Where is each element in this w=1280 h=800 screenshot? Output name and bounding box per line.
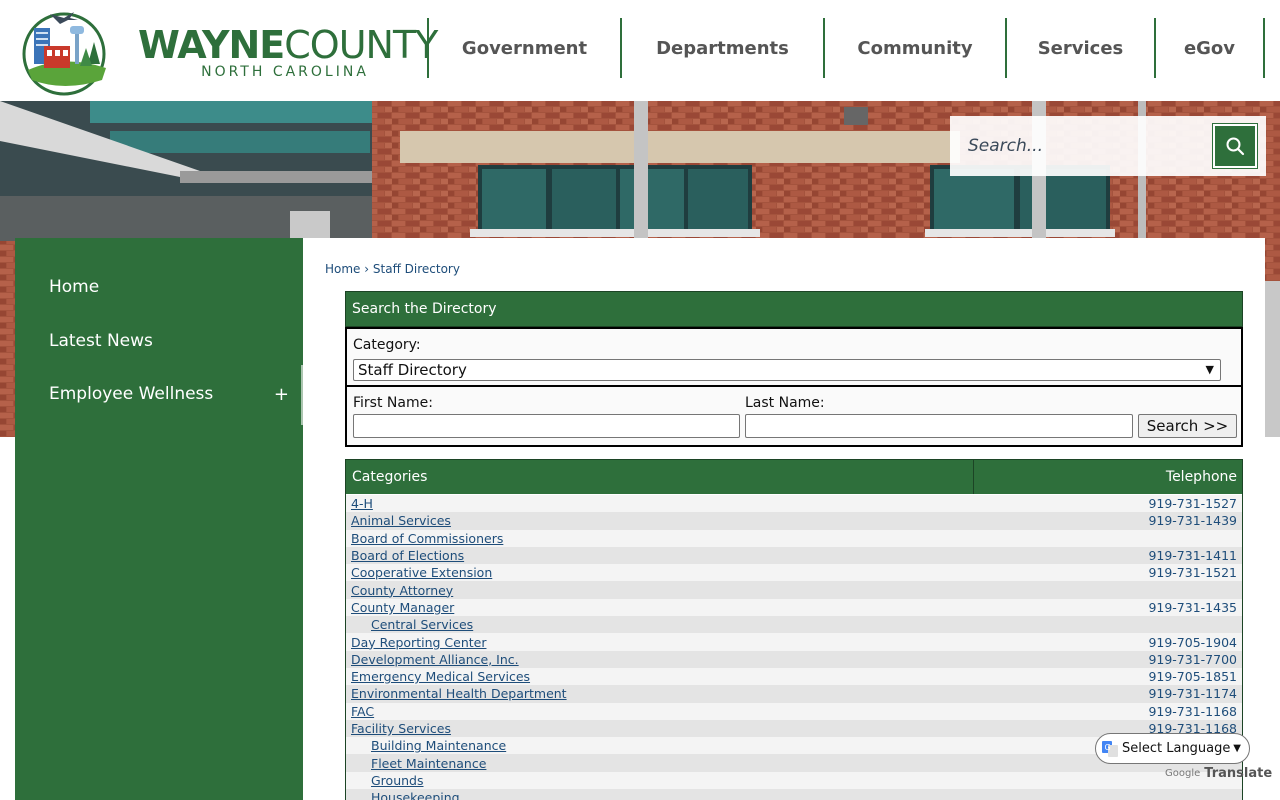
chevron-down-icon: ▼: [1233, 743, 1241, 754]
county-logo[interactable]: WAYNECOUNTY NORTH CAROLINA: [14, 6, 438, 96]
department-link[interactable]: Cooperative Extension: [346, 565, 1148, 580]
logo-text: WAYNECOUNTY NORTH CAROLINA: [138, 23, 438, 80]
department-telephone: 919-731-7700: [1148, 651, 1237, 667]
category-select[interactable]: Staff Directory ▼: [353, 359, 1221, 381]
nav-services[interactable]: Services: [1005, 18, 1154, 78]
last-name-label: Last Name:: [745, 395, 825, 411]
nav-government[interactable]: Government: [427, 18, 620, 78]
sidebar-item-label: Latest News: [49, 331, 153, 351]
category-label: Category:: [353, 337, 421, 353]
nav-community[interactable]: Community: [823, 18, 1005, 78]
table-row: FAC 919-731-1168: [346, 702, 1242, 720]
directory-search-button[interactable]: Search >>: [1138, 414, 1237, 438]
department-telephone: 919-731-1521: [1148, 565, 1237, 581]
chevron-down-icon: ▼: [1205, 363, 1214, 376]
search-icon: [1226, 137, 1245, 156]
sidebar-item-latest-news[interactable]: Latest News: [15, 315, 303, 367]
department-telephone: 919-705-1904: [1148, 634, 1237, 650]
table-row: Central Services: [346, 616, 1242, 634]
table-row: Development Alliance, Inc. 919-731-7700: [346, 650, 1242, 668]
table-row: Emergency Medical Services 919-705-1851: [346, 667, 1242, 686]
first-name-input[interactable]: [353, 414, 740, 438]
table-row: 4-H 919-731-1527: [346, 495, 1242, 513]
table-row: Board of Commissioners: [346, 529, 1242, 547]
main-content: Home › Staff Directory Search the Direct…: [303, 238, 1265, 800]
department-telephone: 919-705-1851: [1148, 669, 1237, 685]
department-link[interactable]: Board of Elections: [346, 548, 1148, 563]
site-search-button[interactable]: [1213, 124, 1257, 168]
name-search-row: First Name: Last Name: Search >>: [345, 385, 1243, 447]
department-telephone: 919-731-1168: [1148, 703, 1237, 719]
google-logo: Google: [1165, 768, 1201, 779]
column-header-telephone: Telephone: [1165, 469, 1237, 485]
sidebar-item-label: Home: [49, 277, 100, 297]
table-row: County Attorney: [346, 581, 1242, 599]
department-telephone: 919-731-1411: [1148, 548, 1237, 564]
logo-word-county: COUNTY: [284, 23, 438, 67]
department-link[interactable]: County Attorney: [346, 583, 1237, 598]
breadcrumb-current-link[interactable]: Staff Directory: [373, 262, 460, 276]
directory-search-title: Search the Directory: [345, 291, 1243, 327]
table-row: Animal Services 919-731-1439: [346, 512, 1242, 530]
department-link[interactable]: Environmental Health Department: [346, 686, 1148, 701]
department-telephone: 919-731-1439: [1148, 513, 1237, 529]
sidebar-item-label: Employee Wellness: [49, 384, 214, 404]
google-translate-icon: G: [1102, 740, 1118, 757]
table-row: Grounds: [346, 771, 1242, 790]
directory-search-panel: Search the Directory Category: Staff Dir…: [345, 291, 1243, 447]
table-row: County Manager 919-731-1435: [346, 598, 1242, 617]
svg-text:G: G: [1105, 743, 1111, 752]
table-row: Cooperative Extension 919-731-1521: [346, 564, 1242, 582]
department-telephone: 919-731-1174: [1148, 686, 1237, 702]
expand-plus-icon[interactable]: +: [274, 384, 289, 405]
department-telephone: 919-731-1435: [1148, 599, 1237, 615]
department-link[interactable]: Animal Services: [346, 513, 1148, 528]
department-link[interactable]: FAC: [346, 704, 1148, 719]
department-link[interactable]: Development Alliance, Inc.: [346, 652, 1148, 667]
sidebar-item-home[interactable]: Home: [15, 261, 303, 313]
department-link[interactable]: Facility Services: [346, 721, 1148, 736]
breadcrumb: Home › Staff Directory: [325, 262, 460, 276]
table-row: Day Reporting Center 919-705-1904: [346, 633, 1242, 651]
language-select[interactable]: G Select Language ▼: [1095, 733, 1250, 764]
site-header: WAYNECOUNTY NORTH CAROLINA Government De…: [0, 0, 1280, 101]
powered-by-google: Google Translate: [1165, 766, 1272, 781]
breadcrumb-home-link[interactable]: Home: [325, 262, 360, 276]
language-select-label: Select Language: [1122, 741, 1231, 756]
department-link[interactable]: Board of Commissioners: [346, 531, 1237, 546]
nav-egov[interactable]: eGov: [1154, 18, 1265, 78]
department-link[interactable]: Day Reporting Center: [346, 635, 1148, 650]
sidebar: Home Latest News Employee Wellness +: [15, 238, 303, 800]
department-telephone: 919-731-1527: [1148, 496, 1237, 512]
category-selected-value: Staff Directory: [358, 361, 467, 379]
logo-word-wayne: WAYNE: [138, 23, 285, 67]
department-link[interactable]: Grounds: [346, 773, 1237, 788]
sidebar-item-employee-wellness[interactable]: Employee Wellness +: [15, 368, 303, 420]
department-link[interactable]: Housekeeping: [346, 790, 1237, 800]
department-link[interactable]: Emergency Medical Services: [346, 669, 1148, 684]
table-row: Environmental Health Department 919-731-1…: [346, 685, 1242, 703]
main-nav: Government Departments Community Service…: [427, 18, 1265, 78]
translate-link[interactable]: Translate: [1204, 766, 1272, 781]
department-link[interactable]: Central Services: [346, 617, 1237, 632]
site-search-input[interactable]: [958, 126, 1208, 166]
table-row: Housekeeping: [346, 789, 1242, 800]
last-name-input[interactable]: [745, 414, 1133, 438]
table-row: Board of Elections 919-731-1411: [346, 546, 1242, 565]
table-header: Categories Telephone: [346, 460, 1242, 494]
category-row: Category: Staff Directory ▼: [345, 327, 1243, 387]
county-emblem-icon: [22, 12, 106, 96]
department-link[interactable]: County Manager: [346, 600, 1148, 615]
column-header-categories: Categories: [346, 460, 974, 494]
first-name-label: First Name:: [353, 395, 433, 411]
breadcrumb-separator: ›: [364, 262, 370, 276]
logo-title: WAYNECOUNTY: [138, 23, 438, 67]
nav-departments[interactable]: Departments: [620, 18, 823, 78]
site-search: [950, 116, 1266, 176]
department-link[interactable]: 4-H: [346, 496, 1148, 511]
